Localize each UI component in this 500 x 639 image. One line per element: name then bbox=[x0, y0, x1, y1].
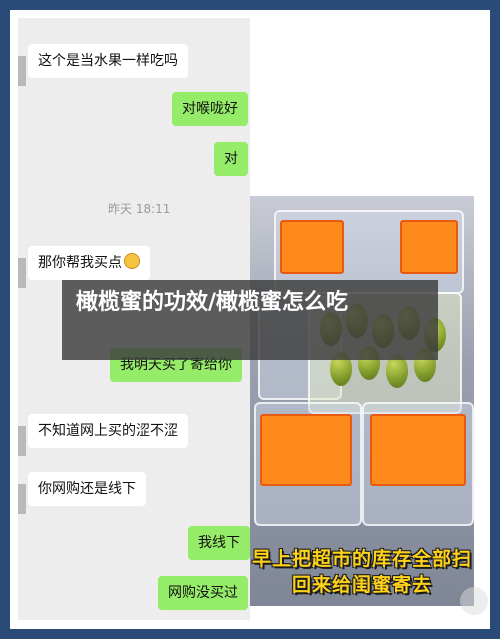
contact-avatar bbox=[18, 56, 26, 86]
message-bubble: 对 bbox=[214, 142, 248, 176]
message-bubble: 那你帮我买点 bbox=[28, 246, 150, 280]
product-label bbox=[260, 414, 352, 486]
article-title-overlay: 橄榄蜜的功效/橄榄蜜怎么吃 bbox=[62, 280, 438, 360]
photo-caption-line-2: 回来给闺蜜寄去 bbox=[291, 574, 432, 596]
message-bubble: 这个是当水果一样吃吗 bbox=[28, 44, 188, 78]
product-label bbox=[370, 414, 466, 486]
message-bubble: 对喉咙好 bbox=[172, 92, 248, 126]
message-bubble: 我线下 bbox=[188, 526, 250, 560]
photo-caption-line-1: 早上把超市的库存全部扫 bbox=[251, 548, 472, 570]
grinning-sweat-emoji-icon bbox=[124, 253, 140, 269]
product-photo: 早上把超市的库存全部扫 回来给闺蜜寄去 bbox=[250, 196, 474, 606]
message-bubble: 不知道网上买的涩不涩 bbox=[28, 414, 188, 448]
contact-avatar bbox=[18, 258, 26, 288]
message-text: 那你帮我买点 bbox=[38, 255, 122, 271]
contact-avatar bbox=[18, 426, 26, 456]
watermark-logo-icon bbox=[460, 587, 488, 615]
contact-avatar bbox=[18, 484, 26, 514]
product-label bbox=[400, 220, 458, 274]
message-bubble: 网购没买过 bbox=[158, 576, 248, 610]
product-label bbox=[280, 220, 344, 274]
chat-timestamp: 昨天 18:11 bbox=[108, 202, 171, 216]
article-title: 橄榄蜜的功效/橄榄蜜怎么吃 bbox=[76, 290, 349, 315]
message-bubble: 你网购还是线下 bbox=[28, 472, 146, 506]
